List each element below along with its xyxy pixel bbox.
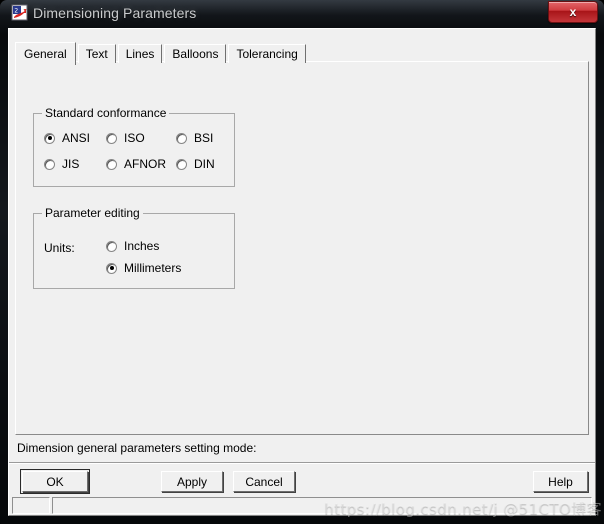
radio-din[interactable]: DIN	[176, 158, 215, 170]
status-message: Dimension general parameters setting mod…	[17, 441, 257, 455]
svg-text:2: 2	[14, 8, 18, 15]
radio-jis-label: JIS	[62, 157, 80, 171]
radio-afnor-indicator	[106, 158, 117, 170]
help-button-label: Help	[548, 474, 573, 489]
tab-tolerancing[interactable]: Tolerancing	[228, 44, 306, 63]
tab-tolerancing-label: Tolerancing	[236, 47, 298, 61]
close-button[interactable]: x	[548, 1, 598, 23]
status-bar-panel-left	[12, 497, 50, 514]
ok-button[interactable]: OK	[20, 469, 90, 494]
window-frame: 2 Dimensioning Parameters x General Text…	[0, 0, 604, 524]
group-standard-conformance-title: Standard conformance	[42, 107, 170, 119]
radio-jis[interactable]: JIS	[44, 158, 79, 170]
radio-ansi-label: ANSI	[62, 131, 91, 145]
radio-afnor-label: AFNOR	[124, 157, 166, 171]
group-parameter-editing: Parameter editing Units: Inches Millimet…	[33, 207, 235, 289]
button-separator	[9, 462, 595, 464]
radio-bsi-indicator	[176, 132, 187, 144]
group-parameter-editing-title: Parameter editing	[42, 207, 143, 219]
radio-ansi[interactable]: ANSI	[44, 132, 90, 144]
radio-jis-indicator	[44, 158, 55, 170]
radio-millimeters-label: Millimeters	[124, 261, 182, 275]
tab-lines-label: Lines	[125, 47, 155, 61]
close-icon: x	[569, 5, 577, 19]
ok-button-label: OK	[46, 474, 64, 489]
tab-strip: General Text Lines Balloons Tolerancing	[15, 41, 308, 65]
tab-text[interactable]: Text	[77, 44, 116, 63]
group-standard-conformance: Standard conformance ANSI ISO BSI JIS AF…	[33, 107, 235, 187]
radio-inches[interactable]: Inches	[106, 240, 159, 252]
units-label: Units:	[44, 241, 75, 255]
radio-bsi-label: BSI	[194, 131, 214, 145]
window-title: Dimensioning Parameters	[33, 5, 197, 21]
radio-din-label: DIN	[194, 157, 215, 171]
cancel-button-label: Cancel	[245, 474, 283, 489]
radio-millimeters[interactable]: Millimeters	[106, 262, 181, 274]
radio-bsi[interactable]: BSI	[176, 132, 213, 144]
radio-iso-label: ISO	[124, 131, 145, 145]
radio-iso[interactable]: ISO	[106, 132, 145, 144]
radio-din-indicator	[176, 158, 187, 170]
help-button[interactable]: Help	[533, 471, 588, 492]
radio-inches-indicator	[106, 240, 117, 252]
radio-ansi-indicator	[44, 132, 55, 144]
radio-iso-indicator	[106, 132, 117, 144]
radio-millimeters-indicator	[106, 262, 117, 274]
apply-button-label: Apply	[176, 474, 208, 489]
status-bar-panel-main	[52, 497, 592, 514]
status-bar	[12, 497, 592, 514]
radio-afnor[interactable]: AFNOR	[106, 158, 166, 170]
radio-inches-label: Inches	[124, 239, 160, 253]
dialog-client-area: General Text Lines Balloons Tolerancing …	[8, 28, 596, 516]
tab-balloons-label: Balloons	[172, 47, 219, 61]
cancel-button[interactable]: Cancel	[233, 471, 295, 492]
tab-lines[interactable]: Lines	[117, 44, 163, 63]
tab-balloons[interactable]: Balloons	[164, 44, 227, 63]
title-bar: 2 Dimensioning Parameters x	[0, 0, 604, 30]
catia-app-icon: 2	[11, 4, 28, 21]
tab-general[interactable]: General	[15, 42, 76, 65]
tab-general-label: General	[24, 47, 67, 61]
tab-text-label: Text	[85, 47, 108, 61]
apply-button[interactable]: Apply	[161, 471, 223, 492]
